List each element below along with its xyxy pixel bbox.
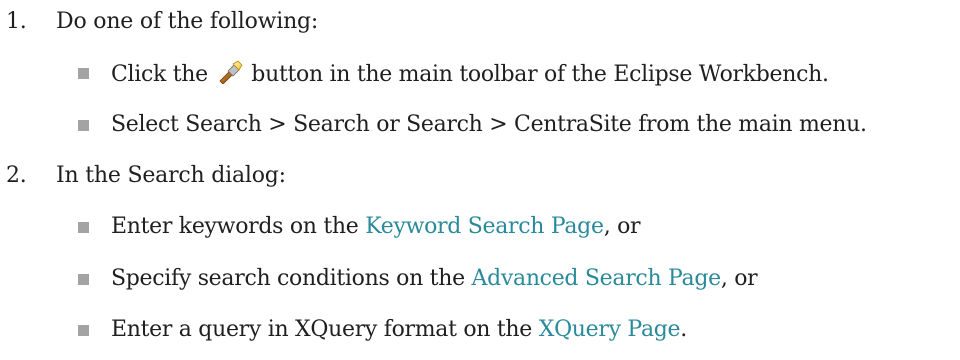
item-text-before: Enter keywords on the — [111, 214, 359, 239]
step-1: 1. Do one of the following: — [6, 9, 318, 34]
list-item: Enter keywords on the Keyword Search Pag… — [78, 214, 641, 239]
item-text-after: button in the main toolbar of the Eclips… — [251, 62, 829, 87]
item-text-after: . — [680, 317, 687, 342]
bullet — [78, 68, 89, 79]
bullet — [78, 274, 89, 285]
keyword-search-page-link[interactable]: Keyword Search Page — [365, 214, 604, 239]
step-text: In the Search dialog: — [56, 163, 286, 188]
item-text-before: Enter a query in XQuery format on the — [111, 317, 532, 342]
step-2: 2. In the Search dialog: — [6, 163, 286, 188]
step-number: 1. — [6, 9, 27, 34]
bullet — [78, 120, 89, 131]
item-text-after: , or — [603, 214, 641, 239]
search-flashlight-icon[interactable] — [217, 60, 243, 85]
xquery-page-link[interactable]: XQuery Page — [539, 317, 681, 342]
item-text-before: Specify search conditions on the — [111, 266, 465, 291]
bullet — [78, 222, 89, 233]
advanced-search-page-link[interactable]: Advanced Search Page — [472, 266, 722, 291]
document-body: 1. Do one of the following: Click the bu… — [0, 0, 960, 360]
list-item: Enter a query in XQuery format on the XQ… — [78, 317, 687, 342]
list-item: Specify search conditions on the Advance… — [78, 266, 758, 291]
list-item: Click the button in the main toolbar of … — [78, 60, 829, 87]
list-item: Select Search > Search or Search > Centr… — [78, 112, 867, 137]
item-text: Select Search > Search or Search > Centr… — [111, 112, 867, 137]
bullet — [78, 325, 89, 336]
item-text-after: , or — [720, 266, 758, 291]
step-number: 2. — [6, 163, 27, 188]
item-text-before: Click the — [111, 62, 208, 87]
step-text: Do one of the following: — [56, 9, 319, 34]
